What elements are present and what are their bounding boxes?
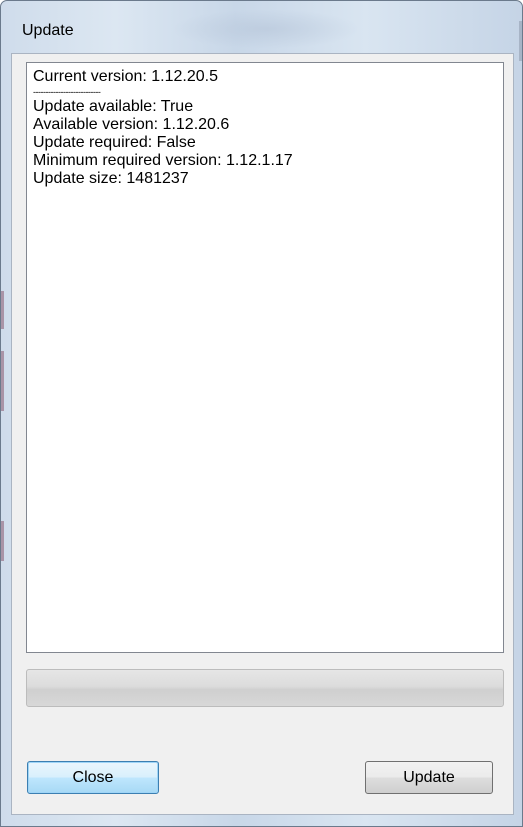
- update-info-textbox[interactable]: Current version: 1.12.20.5 -------------…: [26, 62, 504, 653]
- update-size-line: Update size: 1481237: [33, 170, 189, 187]
- background-edge-decoration: [1, 291, 4, 329]
- background-edge-decoration: [1, 351, 4, 411]
- window-title: Update: [22, 22, 74, 39]
- update-required-line: Update required: False: [33, 134, 196, 151]
- separator-line: ---------------------------: [33, 87, 101, 97]
- background-edge-decoration: [1, 521, 4, 561]
- update-button[interactable]: Update: [365, 761, 493, 794]
- title-bar[interactable]: Update: [1, 1, 522, 53]
- available-version-line: Available version: 1.12.20.6: [33, 116, 230, 133]
- close-button[interactable]: Close: [27, 761, 159, 794]
- current-version-line: Current version: 1.12.20.5: [33, 68, 218, 85]
- update-available-line: Update available: True: [33, 98, 194, 115]
- dialog-client-area: Current version: 1.12.20.5 -------------…: [11, 53, 514, 815]
- background-edge-decoration: [519, 21, 522, 61]
- update-window: Update Current version: 1.12.20.5 ------…: [0, 0, 523, 827]
- minimum-required-version-line: Minimum required version: 1.12.1.17: [33, 152, 293, 169]
- update-progress-bar: [26, 669, 504, 707]
